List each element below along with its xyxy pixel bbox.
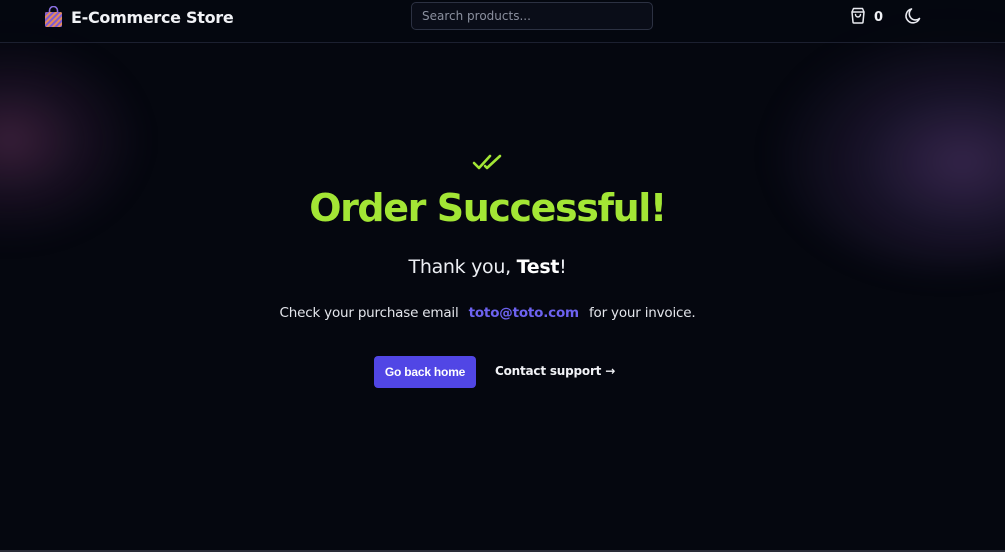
cart-count: 0 — [874, 10, 884, 25]
order-success-page: E-Commerce Store 0 — [0, 0, 1005, 552]
theme-toggle-button[interactable] — [903, 6, 923, 26]
invoice-prefix: Check your purchase email — [279, 305, 459, 321]
shopping-bag-icon — [44, 5, 63, 28]
invoice-message: Check your purchase email toto@toto.com … — [0, 305, 975, 321]
customer-name: Test — [516, 256, 560, 278]
cart-icon — [850, 7, 866, 28]
search-input[interactable] — [411, 2, 653, 30]
go-back-home-button[interactable]: Go back home — [374, 356, 476, 388]
moon-icon — [903, 8, 923, 30]
thank-you-message: Thank you, Test! — [0, 256, 975, 278]
brand-name: E-Commerce Store — [71, 7, 234, 27]
brand-link[interactable]: E-Commerce Store — [44, 5, 234, 28]
contact-support-label: Contact support — [495, 364, 602, 378]
page-title: Order Successful! — [309, 186, 667, 230]
background-glow-right — [775, 30, 1005, 270]
thanks-prefix: Thank you, — [408, 256, 517, 278]
thanks-suffix: ! — [559, 256, 567, 278]
cart-button[interactable]: 0 — [850, 7, 883, 28]
customer-email: toto@toto.com — [468, 305, 579, 321]
contact-support-link[interactable]: Contact support → — [495, 364, 615, 378]
top-navbar: E-Commerce Store 0 — [0, 0, 1005, 43]
invoice-suffix: for your invoice. — [589, 305, 696, 321]
arrow-right-icon: → — [605, 364, 616, 378]
double-check-icon — [472, 152, 503, 172]
